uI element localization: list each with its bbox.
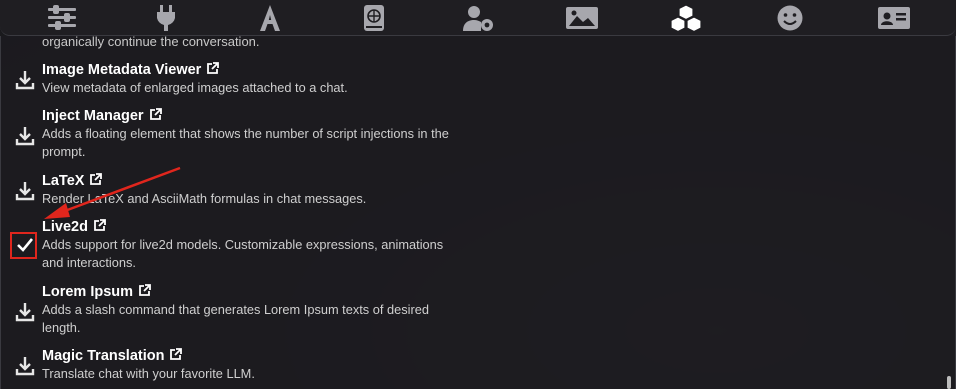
download-icon (15, 127, 35, 146)
external-link-icon[interactable] (206, 62, 220, 75)
top-navigation-bar (0, 0, 956, 36)
download-button[interactable] (13, 68, 37, 92)
extension-description: Render LaTeX and AsciiMath formulas in c… (42, 191, 367, 206)
external-link-icon[interactable] (89, 173, 103, 186)
external-link-icon[interactable] (149, 108, 162, 121)
external-link-icon[interactable] (169, 348, 183, 361)
download-icon (15, 357, 35, 376)
download-button[interactable] (13, 124, 37, 148)
extension-title: Inject Manager (42, 108, 162, 124)
extension-description: Translate chat with your favorite LLM. (42, 366, 255, 381)
extension-title: LaTeX (42, 173, 103, 189)
book-globe-icon[interactable] (354, 3, 394, 33)
cubes-icon[interactable] (666, 3, 706, 33)
id-card-icon[interactable] (874, 3, 914, 33)
download-button[interactable] (13, 179, 37, 203)
user-gear-icon[interactable] (458, 3, 498, 33)
smiley-icon[interactable] (770, 3, 810, 33)
extension-description: Adds a slash command that generates Lore… (42, 302, 429, 335)
scrollbar-thumb[interactable] (947, 376, 951, 389)
download-icon (15, 182, 35, 201)
external-link-icon[interactable] (138, 284, 151, 297)
font-icon[interactable] (250, 3, 290, 33)
cutoff-description: organically continue the conversation. (42, 36, 260, 49)
download-icon (15, 71, 35, 90)
extensions-panel: organically continue the conversation. I… (0, 36, 956, 389)
external-link-icon[interactable] (93, 219, 106, 232)
extension-title: Lorem Ipsum (42, 284, 151, 300)
extension-description: Adds support for live2d models. Customiz… (42, 237, 444, 270)
extension-title: Magic Translation (42, 348, 183, 364)
extension-title: Image Metadata Viewer (42, 62, 220, 78)
extension-title: Live2d (42, 219, 106, 235)
download-button[interactable] (13, 300, 37, 324)
sliders-icon[interactable] (42, 3, 82, 33)
extension-description: Adds a floating element that shows the n… (42, 126, 449, 159)
plug-icon[interactable] (146, 3, 186, 33)
download-button[interactable] (13, 354, 37, 378)
image-icon[interactable] (562, 3, 602, 33)
download-icon (15, 303, 35, 322)
extension-description: View metadata of enlarged images attache… (42, 80, 348, 95)
annotation-highlight-box (10, 232, 37, 259)
